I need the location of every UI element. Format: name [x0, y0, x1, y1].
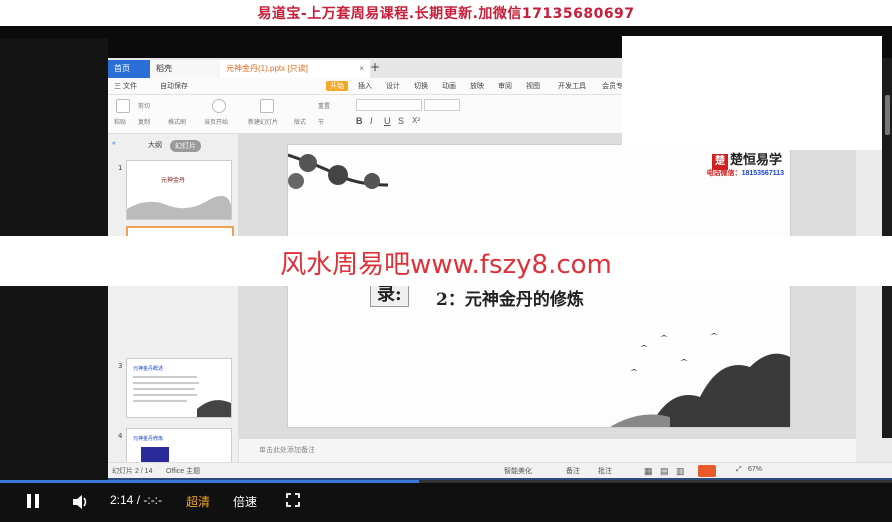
reading-view-icon[interactable]: ▥ [676, 466, 685, 477]
status-bar: 幻灯片 2 / 14 Office 主题 智能美化 备注 批注 ▦ ▤ ▥ ⤢ … [108, 462, 892, 479]
normal-view-icon[interactable]: ▦ [644, 466, 653, 477]
slide-canvas-area: 楚楚恒易学 电话微信：18153567113 录: 2：元神金丹的修炼 [239, 134, 859, 462]
panel-tab-slides[interactable]: 幻灯片 [170, 140, 201, 152]
new-tab-icon[interactable]: + [370, 60, 380, 74]
brand-logo: 楚楚恒易学 [711, 149, 782, 170]
menu-slideshow[interactable]: 放映 [470, 81, 484, 91]
volume-icon[interactable] [72, 494, 90, 510]
contact-phone-label: 电话微信： [706, 170, 742, 177]
page-scrollbar-thumb[interactable] [885, 95, 890, 135]
ribbon-section-label[interactable]: 节 [318, 117, 324, 126]
slide-thumbnail-panel: « 大纲 幻灯片 1 元神金丹 3 元神金丹概述 4 元神金丹修炼 [108, 134, 239, 488]
video-control-bar: 2:14 / -:-:- 超清 倍速 [0, 480, 892, 522]
thumb-text-lines-icon [133, 376, 231, 417]
slide-2[interactable]: 楚楚恒易学 电话微信：18153567113 录: 2：元神金丹的修炼 [287, 144, 791, 428]
strikethrough-icon[interactable]: S [398, 116, 404, 126]
notes-pane[interactable]: 单击此处添加备注 [239, 438, 859, 463]
menu-insert[interactable]: 插入 [358, 81, 372, 91]
thumb-number: 1 [118, 164, 123, 172]
tab-file[interactable]: 元神金丹(1).pptx [只读] × [220, 60, 370, 78]
menu-view[interactable]: 视图 [526, 81, 540, 91]
speed-button[interactable]: 倍速 [233, 493, 257, 510]
menu-design[interactable]: 设计 [386, 81, 400, 91]
ribbon-format-painter-label[interactable]: 格式刷 [168, 117, 186, 126]
superscript-icon[interactable]: X² [412, 116, 420, 125]
video-progress-bar[interactable] [0, 480, 892, 483]
theme-name: Office 主题 [166, 468, 201, 475]
promo-banner-text: 易道宝-上万套周易课程.长期更新.加微信17135680697 [257, 6, 635, 22]
video-progress-fill [0, 480, 420, 483]
pine-tree-ink-image [288, 153, 389, 189]
menu-animation[interactable]: 动画 [442, 81, 456, 91]
thumb-landscape-icon [127, 195, 231, 219]
thumb-number: 4 [118, 432, 123, 440]
ribbon-cut-label[interactable]: 剪切 [138, 101, 150, 110]
sorter-view-icon[interactable]: ▤ [660, 466, 669, 477]
ribbon-play-current-label: 当页开始 [204, 120, 229, 126]
collapse-icon[interactable]: « [112, 140, 116, 147]
quality-button[interactable]: 超清 [186, 493, 210, 510]
menu-devtools[interactable]: 开发工具 [558, 81, 586, 91]
ribbon-paste-label: 粘贴 [114, 120, 127, 126]
underline-icon[interactable]: U [384, 116, 391, 126]
watermark-band: 风水周易吧www.fszy8.com [0, 236, 892, 286]
new-slide-icon[interactable] [260, 99, 274, 113]
notes-toggle-button[interactable]: 备注 [566, 466, 580, 476]
italic-icon[interactable]: I [370, 116, 373, 126]
ribbon-layout-label[interactable]: 版式 [294, 117, 306, 126]
contact-phone-number: 18153567113 [741, 170, 784, 177]
menu-transition[interactable]: 切换 [414, 81, 428, 91]
comment-toggle-button[interactable]: 批注 [598, 466, 612, 476]
menu-file[interactable]: 三 文件 [114, 81, 137, 91]
close-icon[interactable]: × [359, 60, 364, 78]
notes-placeholder: 单击此处添加备注 [259, 446, 315, 454]
menu-review[interactable]: 审阅 [498, 81, 512, 91]
menu-start[interactable]: 开始 [326, 81, 348, 91]
tab-home[interactable]: 首页 [108, 60, 150, 78]
menu-autosave[interactable]: 自动保存 [160, 81, 188, 91]
panel-tab-outline[interactable]: 大纲 [148, 140, 162, 150]
playback-time: 2:14 / -:-:- [110, 493, 163, 507]
font-size-select[interactable] [424, 99, 460, 111]
ribbon-copy-label[interactable]: 复制 [138, 117, 150, 126]
font-family-select[interactable] [356, 99, 422, 111]
fit-icon[interactable]: ⤢ [736, 466, 742, 474]
slide-thumbnail-3[interactable]: 元神金丹概述 [126, 358, 232, 418]
smart-beautify-button[interactable]: 智能美化 [504, 466, 532, 476]
brand-logo-text: 楚恒易学 [729, 153, 782, 168]
pause-icon[interactable] [26, 494, 40, 508]
watermark-text: 风水周易吧www.fszy8.com [280, 250, 612, 280]
zoom-level: 67% [748, 466, 763, 473]
slide-counter: 幻灯片 2 / 14 [112, 468, 153, 475]
fullscreen-icon[interactable] [286, 493, 300, 507]
slide-thumbnail-1[interactable]: 元神金丹 [126, 160, 232, 220]
ribbon-reset-label[interactable]: 重置 [318, 101, 330, 110]
bold-icon[interactable]: B [356, 116, 363, 126]
tab-docer[interactable]: 稻壳 [150, 60, 222, 78]
contact-phone: 电话微信：18153567113 [707, 168, 784, 178]
thumb-number: 3 [118, 362, 123, 370]
ink-landscape-image [610, 333, 790, 427]
tab-file-label: 元神金丹(1).pptx [只读] [226, 64, 308, 73]
play-from-current-icon[interactable] [212, 99, 226, 113]
paste-icon[interactable] [116, 99, 130, 113]
overlay-white-box [622, 36, 882, 150]
promo-banner: 易道宝-上万套周易课程.长期更新.加微信17135680697 [0, 0, 892, 26]
contents-item-2: 2：元神金丹的修炼 [436, 290, 584, 310]
slideshow-play-button[interactable] [698, 465, 716, 477]
ribbon-new-slide-label: 新建幻灯片 [248, 120, 279, 126]
